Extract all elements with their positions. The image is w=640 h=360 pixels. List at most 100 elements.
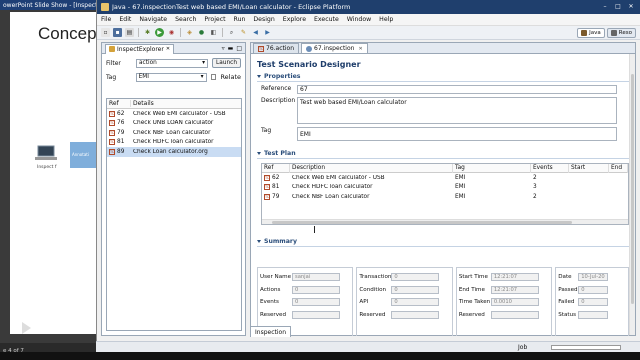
print-icon[interactable]: ▤: [125, 28, 134, 37]
play-icon[interactable]: [22, 322, 31, 334]
column-ref[interactable]: Ref: [107, 100, 131, 107]
menu-project[interactable]: Project: [204, 16, 225, 23]
cell-tag: EMI: [455, 193, 466, 200]
new-class-icon[interactable]: ●: [197, 28, 206, 37]
summary-label: Start Time: [458, 274, 488, 281]
close-icon[interactable]: ✕: [358, 46, 362, 52]
view-menu-icon[interactable]: ▿: [222, 45, 225, 52]
launch-button[interactable]: Launch: [212, 58, 241, 68]
filter-label: Filter: [106, 59, 121, 67]
cell-events: 2: [533, 174, 537, 181]
vertical-scrollbar[interactable]: [629, 54, 635, 335]
tag-label: Tag: [106, 73, 117, 81]
new-icon[interactable]: ▫: [101, 28, 110, 37]
end-time-value: 12:21:07: [490, 285, 539, 294]
column-end[interactable]: End: [609, 163, 628, 173]
cell-ref: 79: [272, 193, 280, 200]
status-value: [578, 310, 609, 319]
time-taken-value: 0.0010: [490, 298, 539, 307]
inspect-explorer-tab[interactable]: InspectExplorer ✕: [105, 43, 175, 54]
test-plan-section-header[interactable]: Test Plan: [257, 149, 629, 159]
description-field[interactable]: Test web based EMI/Loan calculator: [297, 97, 617, 124]
list-item[interactable]: TC 81 Check HDFC loan calculator: [107, 138, 241, 148]
summary-label: Condition: [359, 286, 387, 293]
laptop-icon: [35, 145, 57, 160]
status-bar: Job: [96, 341, 640, 352]
chevron-down-icon: ▾: [202, 60, 205, 66]
item-details: Check Loan calculator.org: [133, 148, 208, 155]
menu-navigate[interactable]: Navigate: [139, 16, 167, 23]
perspective-java-label: Java: [589, 30, 601, 36]
filter-row: Filter action ▾ Launch: [106, 58, 241, 68]
item-details: Check Web EMI calculator - USB: [133, 110, 226, 117]
description-label: Description: [261, 97, 296, 104]
debug-icon[interactable]: ✱: [143, 28, 152, 37]
menu-edit[interactable]: Edit: [119, 16, 131, 23]
menu-design[interactable]: Design: [253, 16, 274, 23]
close-button[interactable]: ✕: [626, 3, 636, 11]
column-events[interactable]: Events: [531, 163, 569, 173]
start-time-value: 12:21:07: [490, 273, 539, 282]
test-plan-table: Ref Description Tag Events Start End TC 6…: [261, 163, 629, 225]
form-title: Test Scenario Designer: [257, 60, 361, 69]
scroll-thumb[interactable]: [631, 74, 634, 304]
new-package-icon[interactable]: ◈: [185, 28, 194, 37]
menu-explore[interactable]: Explore: [283, 16, 306, 23]
tab-76-action[interactable]: TC 76.action: [253, 43, 300, 53]
search-icon[interactable]: ⌕: [227, 28, 236, 37]
testcase-icon: TC: [109, 129, 115, 136]
minimize-button[interactable]: –: [600, 3, 610, 11]
tag-combo[interactable]: EMI ▾: [135, 72, 207, 82]
testcase-icon: TC: [258, 45, 264, 52]
save-icon[interactable]: ▪: [113, 28, 122, 37]
failed-value: 0: [578, 298, 609, 307]
table-row[interactable]: TC 81 Check HDFC loan calculator EMI 3: [262, 183, 628, 193]
item-ref: 81: [117, 139, 125, 146]
menu-file[interactable]: File: [101, 16, 111, 23]
annotation-icon[interactable]: ✎: [239, 28, 248, 37]
summary-section-header[interactable]: Summary: [257, 237, 629, 247]
external-tools-icon[interactable]: ◉: [167, 28, 176, 37]
relate-checkbox[interactable]: [210, 74, 217, 80]
back-icon[interactable]: ◀: [251, 28, 260, 37]
menu-help[interactable]: Help: [379, 16, 393, 23]
scroll-thumb[interactable]: [272, 221, 572, 224]
maximize-button[interactable]: □: [613, 3, 623, 11]
horizontal-scrollbar[interactable]: [262, 219, 628, 224]
minimize-view-icon[interactable]: ▬: [228, 45, 234, 52]
summary-label: End Time: [458, 286, 485, 293]
reference-label: Reference: [261, 85, 292, 92]
list-item[interactable]: TC 79 Check NBF Loan calculator: [107, 128, 241, 138]
table-row[interactable]: TC 62 Check Web EMI calculator - USB EMI …: [262, 173, 628, 183]
list-item[interactable]: TC 76 Check UNB LOAN calculator: [107, 119, 241, 129]
properties-section-header[interactable]: Properties: [257, 72, 629, 82]
list-item-selected[interactable]: TC 89 Check Loan calculator.org: [107, 147, 241, 157]
list-item[interactable]: TC 62 Check Web EMI calculator - USB: [107, 109, 241, 119]
testcase-icon: TC: [264, 174, 270, 181]
column-tag[interactable]: Tag: [453, 163, 531, 173]
reference-field[interactable]: 67: [297, 85, 617, 94]
section-title: Summary: [264, 238, 298, 245]
close-icon[interactable]: ✕: [166, 46, 170, 52]
column-description[interactable]: Description: [290, 163, 453, 173]
maximize-view-icon[interactable]: □: [236, 45, 242, 52]
open-type-icon[interactable]: ◧: [209, 28, 218, 37]
column-ref[interactable]: Ref: [262, 163, 290, 173]
filter-combo[interactable]: action ▾: [136, 58, 208, 68]
perspective-resource[interactable]: Reso: [606, 28, 636, 38]
tab-67-inspection[interactable]: 67.inspection ✕: [301, 43, 368, 53]
tab-inspection[interactable]: Inspection: [250, 326, 291, 337]
table-row[interactable]: TC 79 Check NBF Loan calculator EMI 2: [262, 192, 628, 202]
forward-icon[interactable]: ▶: [263, 28, 272, 37]
menu-run[interactable]: Run: [234, 16, 246, 23]
menu-search[interactable]: Search: [175, 16, 196, 23]
column-start[interactable]: Start: [569, 163, 609, 173]
perspective-java[interactable]: Java: [577, 28, 605, 38]
run-icon[interactable]: ▶: [155, 28, 164, 37]
menu-execute[interactable]: Execute: [314, 16, 339, 23]
column-details[interactable]: Details: [131, 100, 241, 107]
description-row: Description Test web based EMI/Loan calc…: [251, 97, 635, 124]
tag-field[interactable]: EMI: [297, 127, 617, 141]
explorer-tab-label: InspectExplorer: [117, 45, 164, 53]
menu-window[interactable]: Window: [347, 16, 371, 23]
